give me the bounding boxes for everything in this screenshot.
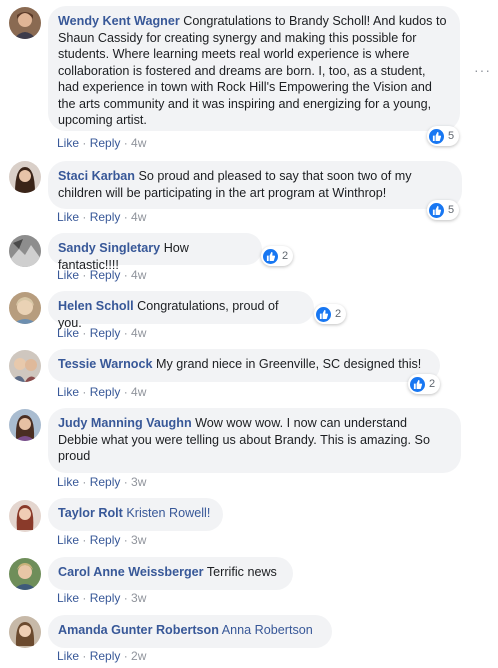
reply-link[interactable]: Reply <box>90 210 121 224</box>
commenter-name[interactable]: Carol Anne Weissberger <box>58 565 204 579</box>
thumbs-up-icon <box>429 128 444 144</box>
timestamp[interactable]: 4w <box>131 268 146 282</box>
reaction-number: 2 <box>429 378 436 390</box>
reply-link[interactable]: Reply <box>90 475 121 489</box>
like-link[interactable]: Like <box>57 591 79 605</box>
reaction-number: 2 <box>335 308 342 320</box>
reaction-count[interactable]: 5 <box>427 126 460 146</box>
avatar[interactable] <box>9 292 41 324</box>
like-link[interactable]: Like <box>57 268 79 282</box>
commenter-name[interactable]: Sandy Singletary <box>58 241 160 255</box>
avatar-photo-icon <box>9 235 41 267</box>
reply-link[interactable]: Reply <box>90 591 121 605</box>
comment-text: My grand niece in Greenville, SC designe… <box>156 357 422 371</box>
avatar[interactable] <box>9 161 41 193</box>
comment-bubble: Helen Scholl Congratulations, proud of y… <box>48 291 314 330</box>
commenter-name[interactable]: Tessie Warnock <box>58 357 153 371</box>
avatar-photo-icon <box>9 409 41 441</box>
avatar-photo-icon <box>9 500 41 532</box>
comment-bubble: Staci Karban So proud and pleased to say… <box>48 161 462 209</box>
commenter-name[interactable]: Judy Manning Vaughn <box>58 416 192 430</box>
timestamp[interactable]: 3w <box>131 533 146 547</box>
like-link[interactable]: Like <box>57 385 79 399</box>
avatar-photo-icon <box>9 350 41 382</box>
reply-link[interactable]: Reply <box>90 268 121 282</box>
comment-bubble: Taylor Rolt Kristen Rowell! <box>48 498 223 531</box>
like-link[interactable]: Like <box>57 326 79 340</box>
comment-text: Congratulations to Brandy Scholl! And ku… <box>58 14 447 127</box>
like-link[interactable]: Like <box>57 475 79 489</box>
comment-actions: Like · Reply · 2w <box>57 649 147 663</box>
reaction-count[interactable]: 2 <box>261 246 294 266</box>
avatar[interactable] <box>9 7 41 39</box>
comment-bubble: Tessie Warnock My grand niece in Greenvi… <box>48 349 440 382</box>
avatar-photo-icon <box>9 161 41 193</box>
reaction-count[interactable]: 5 <box>427 200 460 220</box>
commenter-name[interactable]: Amanda Gunter Robertson <box>58 623 219 637</box>
commenter-name[interactable]: Staci Karban <box>58 169 135 183</box>
like-link[interactable]: Like <box>57 649 79 663</box>
comment-actions: Like · Reply · 4w <box>57 268 147 282</box>
reaction-number: 5 <box>448 130 455 142</box>
avatar-photo-icon <box>9 292 41 324</box>
like-link[interactable]: Like <box>57 136 79 150</box>
commenter-name[interactable]: Helen Scholl <box>58 299 134 313</box>
comment-actions: Like · Reply · 3w <box>57 533 147 547</box>
timestamp[interactable]: 4w <box>131 326 146 340</box>
timestamp[interactable]: 4w <box>131 385 146 399</box>
avatar-photo-icon <box>9 558 41 590</box>
reply-link[interactable]: Reply <box>90 385 121 399</box>
comment-actions: Like · Reply · 4w <box>57 210 147 224</box>
thumbs-up-icon <box>263 248 278 264</box>
reaction-count[interactable]: 2 <box>314 304 347 324</box>
avatar-photo-icon <box>9 7 41 39</box>
avatar[interactable] <box>9 500 41 532</box>
reaction-number: 2 <box>282 250 289 262</box>
comment-actions: Like · Reply · 4w <box>57 385 147 399</box>
commenter-name[interactable]: Wendy Kent Wagner <box>58 14 180 28</box>
timestamp[interactable]: 4w <box>131 210 146 224</box>
comment-bubble: Sandy Singletary How fantastic!!!! <box>48 233 262 272</box>
comment-actions: Like · Reply · 3w <box>57 591 147 605</box>
avatar[interactable] <box>9 558 41 590</box>
like-link[interactable]: Like <box>57 210 79 224</box>
timestamp[interactable]: 3w <box>131 591 146 605</box>
comment-text: Terrific news <box>206 565 277 579</box>
thumbs-up-icon <box>429 202 444 218</box>
reply-link[interactable]: Reply <box>90 326 121 340</box>
comment-text: Anna Robertson <box>221 623 313 637</box>
comment-actions: Like · Reply · 3w <box>57 475 147 489</box>
reaction-number: 5 <box>448 204 455 216</box>
timestamp[interactable]: 3w <box>131 475 146 489</box>
avatar-photo-icon <box>9 616 41 648</box>
comment-bubble: Judy Manning Vaughn Wow wow wow. I now c… <box>48 408 461 473</box>
reaction-count[interactable]: 2 <box>408 374 441 394</box>
comment-actions: Like · Reply · 4w <box>57 136 147 150</box>
reply-link[interactable]: Reply <box>90 649 121 663</box>
comment-actions: Like · Reply · 4w <box>57 326 147 340</box>
thumbs-up-icon <box>410 376 425 392</box>
comment-bubble: Wendy Kent Wagner Congratulations to Bra… <box>48 6 460 131</box>
thumbs-up-icon <box>316 306 331 322</box>
avatar[interactable] <box>9 235 41 267</box>
commenter-name[interactable]: Taylor Rolt <box>58 506 123 520</box>
reply-link[interactable]: Reply <box>90 136 121 150</box>
timestamp[interactable]: 2w <box>131 649 146 663</box>
like-link[interactable]: Like <box>57 533 79 547</box>
avatar[interactable] <box>9 350 41 382</box>
reply-link[interactable]: Reply <box>90 533 121 547</box>
timestamp[interactable]: 4w <box>131 136 146 150</box>
avatar[interactable] <box>9 616 41 648</box>
comment-text: Kristen Rowell! <box>126 506 211 520</box>
comment-bubble: Amanda Gunter Robertson Anna Robertson <box>48 615 332 648</box>
comment-bubble: Carol Anne Weissberger Terrific news <box>48 557 293 590</box>
avatar[interactable] <box>9 409 41 441</box>
more-options-icon[interactable]: ··· <box>474 62 491 78</box>
